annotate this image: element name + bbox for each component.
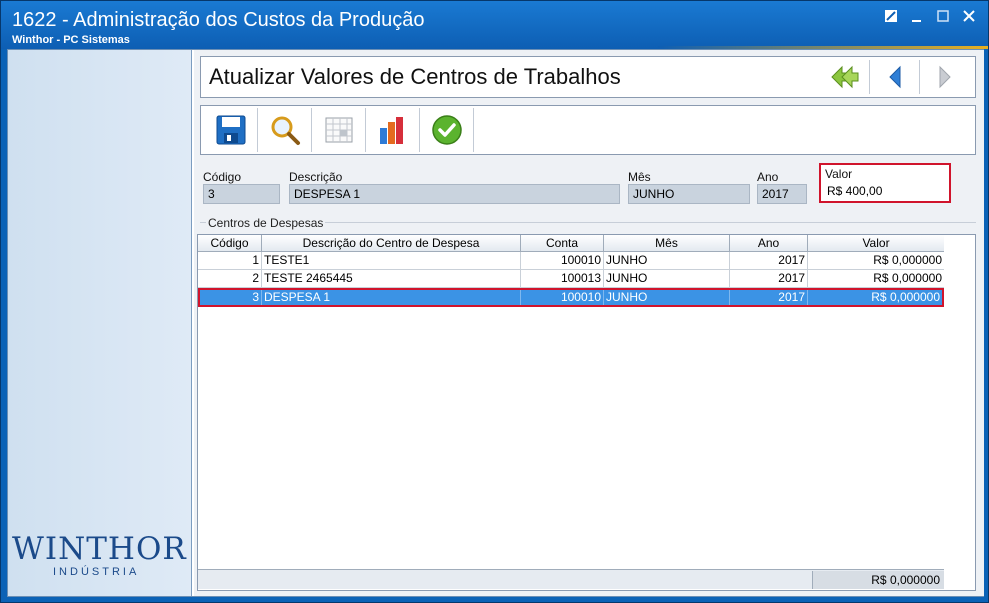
- table-row[interactable]: 2 TESTE 2465445 100013 JUNHO 2017 R$ 0,0…: [198, 270, 944, 288]
- codigo-field[interactable]: 3: [203, 184, 280, 204]
- restore-icon[interactable]: [882, 9, 900, 25]
- cell-codigo: 2: [198, 270, 262, 287]
- save-button[interactable]: [204, 108, 258, 152]
- col-header-descricao[interactable]: Descrição do Centro de Despesa: [262, 235, 521, 251]
- window-subtitle: Winthor - PC Sistemas: [12, 34, 130, 46]
- first-record-button[interactable]: [819, 60, 869, 94]
- footer-total-valor: R$ 0,000000: [812, 571, 944, 589]
- ano-field[interactable]: 2017: [757, 184, 807, 204]
- col-header-mes[interactable]: Mês: [604, 235, 730, 251]
- record-fields: Código 3 Descrição DESPESA 1 Mês JUNHO A…: [200, 163, 976, 213]
- col-header-codigo[interactable]: Código: [198, 235, 262, 251]
- valor-input[interactable]: R$ 400,00: [823, 182, 947, 200]
- window-controls: [882, 9, 978, 25]
- app-window: 1622 - Administração dos Custos da Produ…: [0, 0, 989, 603]
- cell-ano: 2017: [730, 252, 808, 269]
- cell-ano: 2017: [730, 270, 808, 287]
- confirm-icon: [431, 115, 462, 145]
- toolbar: [200, 105, 976, 155]
- table-row[interactable]: 1 TESTE1 100010 JUNHO 2017 R$ 0,000000: [198, 252, 944, 270]
- grid-scroll-area: [944, 235, 975, 590]
- descricao-label: Descrição: [289, 170, 343, 184]
- cell-conta: 100010: [521, 290, 604, 305]
- search-icon: [271, 116, 300, 145]
- cell-valor: R$ 0,000000: [873, 253, 942, 267]
- descricao-field[interactable]: DESPESA 1: [289, 184, 620, 204]
- chart-icon: [379, 117, 403, 144]
- logo-subtitle: INDÚSTRIA: [53, 566, 140, 578]
- main-panel: Atualizar Valores de Centros de Trabalho…: [194, 50, 984, 596]
- cell-conta: 100010: [521, 252, 604, 269]
- page-title: Atualizar Valores de Centros de Trabalho…: [209, 64, 621, 89]
- previous-record-button[interactable]: [869, 60, 919, 94]
- cell-valor: R$ 0,000000: [871, 290, 940, 304]
- table-row-selected[interactable]: 3 DESPESA 1 100010 JUNHO 2017 R$ 0,00000…: [198, 288, 944, 307]
- title-bar[interactable]: 1622 - Administração dos Custos da Produ…: [1, 1, 988, 49]
- next-icon: [939, 65, 951, 89]
- chart-button[interactable]: [366, 108, 420, 152]
- valor-label: Valor: [825, 167, 853, 181]
- cell-ano: 2017: [730, 290, 808, 305]
- close-icon[interactable]: [960, 9, 978, 25]
- cell-mes: JUNHO: [604, 290, 730, 305]
- confirm-button[interactable]: [420, 108, 474, 152]
- cell-codigo: 1: [198, 252, 262, 269]
- next-record-button[interactable]: [919, 60, 969, 94]
- cell-descricao: DESPESA 1: [262, 290, 521, 305]
- search-button[interactable]: [258, 108, 312, 152]
- col-header-valor[interactable]: Valor: [808, 235, 944, 251]
- window-title: 1622 - Administração dos Custos da Produ…: [12, 9, 425, 31]
- cell-conta: 100013: [521, 270, 604, 287]
- minimize-icon[interactable]: [908, 9, 926, 25]
- grid-header: Código Descrição do Centro de Despesa Co…: [198, 235, 944, 252]
- valor-highlight: Valor R$ 400,00: [819, 163, 951, 203]
- client-area: WINTHOR INDÚSTRIA Atualizar Valores de C…: [7, 49, 984, 597]
- centros-grid[interactable]: Código Descrição do Centro de Despesa Co…: [197, 234, 976, 591]
- cell-mes: JUNHO: [604, 270, 730, 287]
- mes-label: Mês: [628, 170, 651, 184]
- winthor-logo: WINTHOR INDÚSTRIA: [12, 532, 190, 582]
- codigo-label: Código: [203, 170, 242, 184]
- calendar-icon: [325, 117, 352, 143]
- cell-valor: R$ 0,000000: [873, 271, 942, 285]
- cell-codigo: 3: [200, 290, 262, 305]
- cell-descricao: TESTE 2465445: [262, 270, 521, 287]
- col-header-conta[interactable]: Conta: [521, 235, 604, 251]
- logo-wordmark: WINTHOR: [12, 531, 187, 567]
- col-header-ano[interactable]: Ano: [730, 235, 808, 251]
- sidebar: WINTHOR INDÚSTRIA: [8, 50, 192, 596]
- record-navigation: [819, 60, 969, 94]
- mes-field[interactable]: JUNHO: [628, 184, 750, 204]
- maximize-icon[interactable]: [934, 9, 952, 25]
- grid-footer: R$ 0,000000: [198, 569, 944, 589]
- cell-descricao: TESTE1: [262, 252, 521, 269]
- page-header: Atualizar Valores de Centros de Trabalho…: [200, 56, 976, 98]
- previous-icon: [888, 65, 900, 89]
- calendar-button[interactable]: [312, 108, 366, 152]
- cell-mes: JUNHO: [604, 252, 730, 269]
- save-icon: [216, 115, 245, 145]
- ano-label: Ano: [757, 170, 779, 184]
- group-label-centros: Centros de Despesas: [206, 216, 326, 230]
- first-icon: [831, 65, 859, 89]
